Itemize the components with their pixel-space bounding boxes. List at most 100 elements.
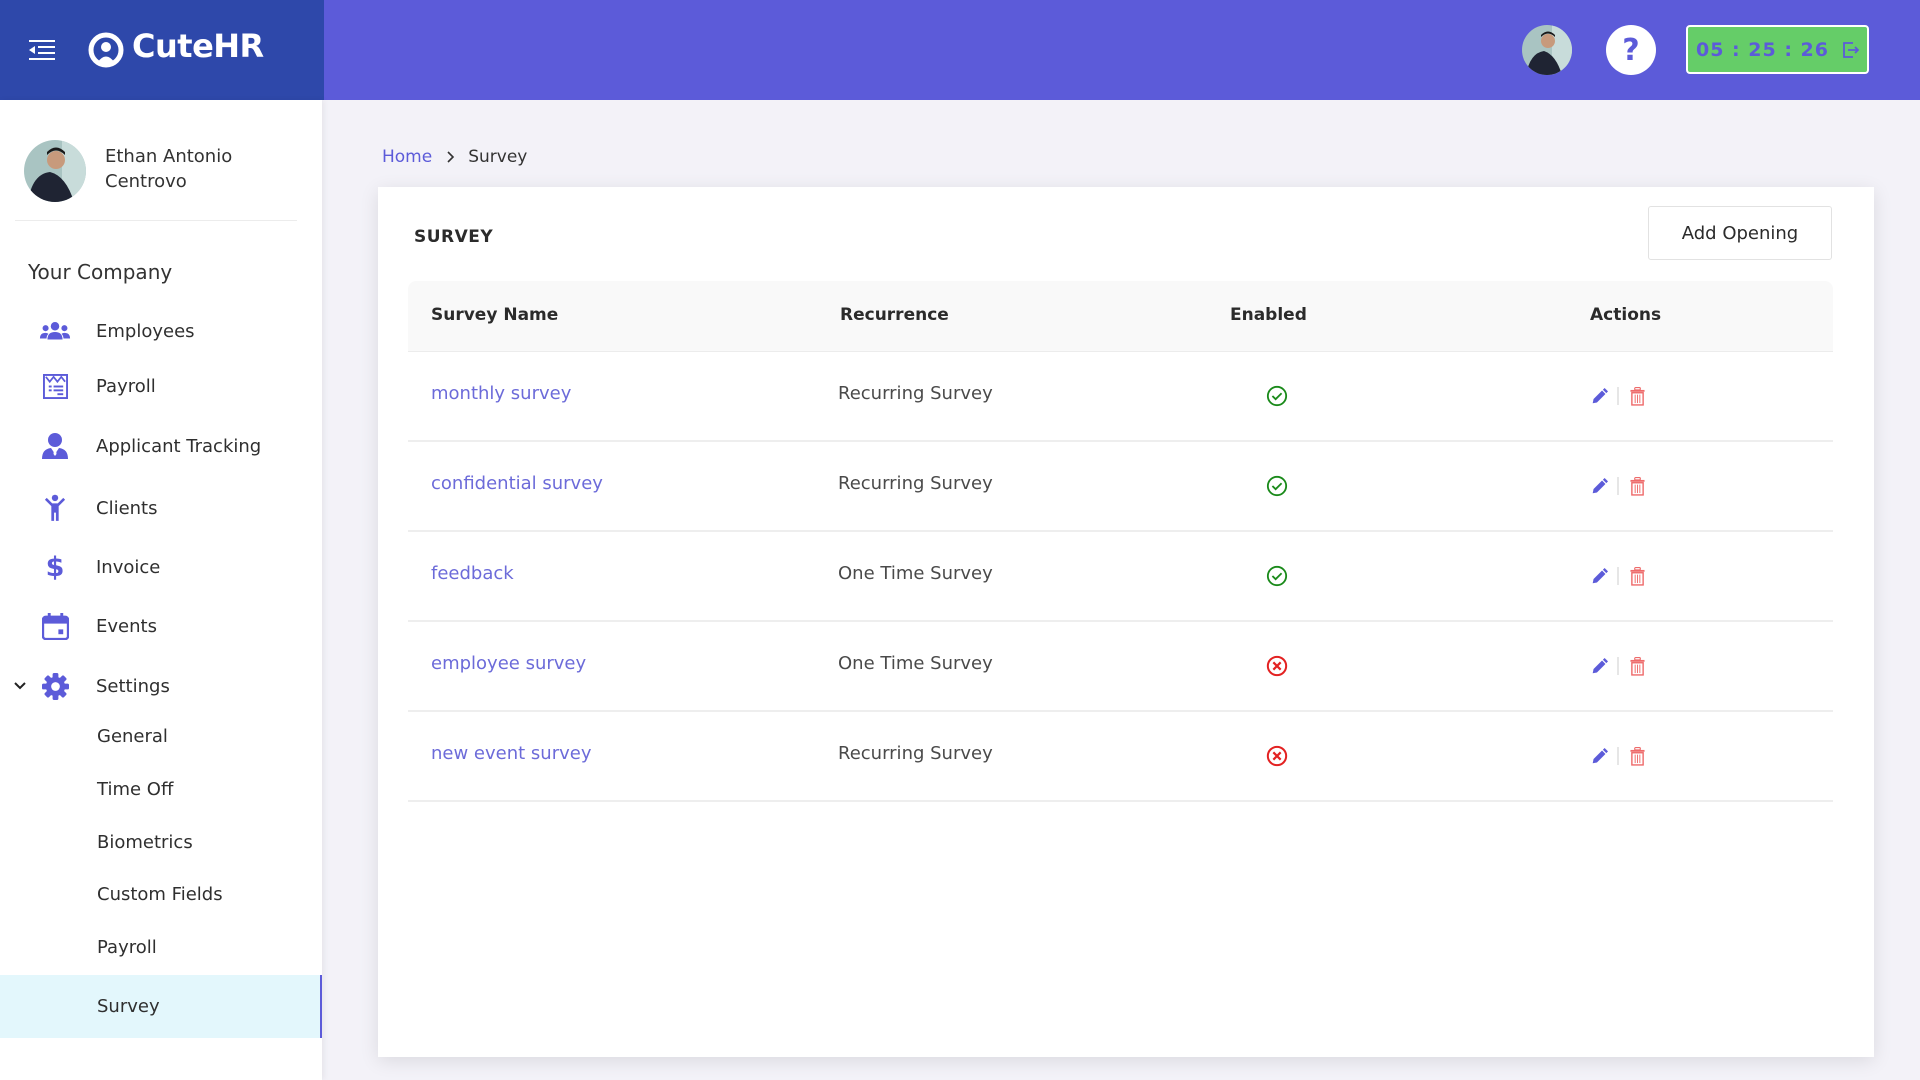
person-tie-icon xyxy=(38,431,72,461)
sidebar-subitem-biometrics[interactable]: Biometrics xyxy=(0,816,322,868)
action-divider xyxy=(1617,747,1619,765)
sidebar-subitem-survey[interactable]: Survey xyxy=(0,975,322,1038)
header-avatar[interactable] xyxy=(1522,25,1572,75)
logout-icon xyxy=(1843,41,1859,58)
sidebar-item-label: Invoice xyxy=(96,556,161,578)
calendar-icon xyxy=(38,611,72,641)
app-logo-text: CuteHR xyxy=(132,27,264,65)
survey-name-link[interactable]: monthly survey xyxy=(431,383,571,404)
table-row: monthly survey Recurring Survey xyxy=(408,352,1833,442)
enabled-check-icon xyxy=(1266,475,1290,499)
sidebar-item-events[interactable]: Events xyxy=(0,601,322,651)
disabled-x-icon xyxy=(1266,745,1290,769)
sidebar-item-invoice[interactable]: $ Invoice xyxy=(0,542,322,592)
action-divider xyxy=(1617,657,1619,675)
action-divider xyxy=(1617,477,1619,495)
sidebar-subitem-label: Custom Fields xyxy=(97,883,223,905)
survey-name-link[interactable]: employee survey xyxy=(431,653,586,674)
disabled-x-icon xyxy=(1266,655,1290,679)
action-divider xyxy=(1617,567,1619,585)
edit-pencil-icon[interactable] xyxy=(1589,386,1609,406)
add-opening-button[interactable]: Add Opening xyxy=(1648,206,1832,260)
row-actions xyxy=(1589,386,1647,406)
enabled-check-icon xyxy=(1266,385,1290,409)
timer-value: 05 : 25 : 26 xyxy=(1696,38,1829,61)
sidebar-divider xyxy=(15,220,297,221)
table-row: new event survey Recurring Survey xyxy=(408,712,1833,802)
delete-trash-icon[interactable] xyxy=(1627,386,1647,406)
row-actions xyxy=(1589,476,1647,496)
sidebar-subitem-label: Biometrics xyxy=(97,831,193,853)
column-header-enabled[interactable]: Enabled xyxy=(1230,305,1307,325)
person-arms-up-icon xyxy=(38,493,72,523)
sidebar-item-employees[interactable]: Employees xyxy=(0,306,322,356)
action-divider xyxy=(1617,387,1619,405)
edit-pencil-icon[interactable] xyxy=(1589,746,1609,766)
survey-name-link[interactable]: new event survey xyxy=(431,743,591,764)
sidebar-item-label: Payroll xyxy=(96,375,156,397)
gear-icon xyxy=(38,671,72,701)
table-row: employee survey One Time Survey xyxy=(408,622,1833,712)
sidebar-subitem-label: Payroll xyxy=(97,936,157,958)
survey-card: SURVEY Add Opening Survey Name Recurrenc… xyxy=(378,187,1874,1057)
edit-pencil-icon[interactable] xyxy=(1589,656,1609,676)
table-header: Survey Name Recurrence Enabled Actions xyxy=(408,281,1833,352)
help-button[interactable]: ? xyxy=(1606,25,1656,75)
sidebar-item-label: Events xyxy=(96,615,157,637)
breadcrumb-current: Survey xyxy=(468,147,528,167)
users-icon xyxy=(38,316,72,346)
table-body: monthly survey Recurring Survey confiden… xyxy=(408,352,1833,802)
table-row: confidential survey Recurring Survey xyxy=(408,442,1833,532)
chevron-right-icon xyxy=(447,151,455,163)
row-actions xyxy=(1589,566,1647,586)
recurrence-text: Recurring Survey xyxy=(838,743,993,764)
row-actions xyxy=(1589,656,1647,676)
menu-toggle-icon[interactable] xyxy=(29,39,55,61)
question-icon: ? xyxy=(1622,32,1640,68)
enabled-check-icon xyxy=(1266,565,1290,589)
table-row: feedback One Time Survey xyxy=(408,532,1833,622)
sidebar-item-settings[interactable]: Settings xyxy=(0,661,322,711)
survey-name-link[interactable]: confidential survey xyxy=(431,473,603,494)
sidebar-subitem-label: General xyxy=(97,725,168,747)
sidebar-item-applicant-tracking[interactable]: Applicant Tracking xyxy=(0,421,322,471)
recurrence-text: One Time Survey xyxy=(838,653,993,674)
sidebar-subitem-custom-fields[interactable]: Custom Fields xyxy=(0,868,322,920)
page-title: SURVEY xyxy=(414,227,494,247)
recurrence-text: One Time Survey xyxy=(838,563,993,584)
sidebar: Ethan Antonio Centrovo Your Company Empl… xyxy=(0,100,322,1080)
recurrence-text: Recurring Survey xyxy=(838,473,993,494)
breadcrumb: Home Survey xyxy=(382,147,527,167)
column-header-recurrence[interactable]: Recurrence xyxy=(840,305,949,325)
survey-name-link[interactable]: feedback xyxy=(431,563,514,584)
sidebar-subitem-time-off[interactable]: Time Off xyxy=(0,763,322,815)
brand-area: CuteHR xyxy=(0,0,324,100)
delete-trash-icon[interactable] xyxy=(1627,476,1647,496)
chevron-down-icon[interactable] xyxy=(12,678,28,694)
section-label-your-company: Your Company xyxy=(28,260,173,284)
sidebar-subitem-label: Survey xyxy=(97,996,160,1017)
sidebar-item-clients[interactable]: Clients xyxy=(0,483,322,533)
sidebar-item-label: Settings xyxy=(96,675,170,697)
user-avatar[interactable] xyxy=(24,140,86,202)
sidebar-subitem-payroll[interactable]: Payroll xyxy=(0,921,322,973)
column-header-survey-name[interactable]: Survey Name xyxy=(431,305,558,325)
clock-timer-button[interactable]: 05 : 25 : 26 xyxy=(1686,25,1869,74)
delete-trash-icon[interactable] xyxy=(1627,656,1647,676)
user-name: Ethan Antonio Centrovo xyxy=(105,146,233,192)
receipt-icon xyxy=(38,371,72,401)
sidebar-item-label: Clients xyxy=(96,497,158,519)
top-header: CuteHR ? 05 : 25 : 26 xyxy=(0,0,1920,100)
delete-trash-icon[interactable] xyxy=(1627,566,1647,586)
edit-pencil-icon[interactable] xyxy=(1589,476,1609,496)
sidebar-item-label: Employees xyxy=(96,320,195,342)
recurrence-text: Recurring Survey xyxy=(838,383,993,404)
sidebar-subitem-general[interactable]: General xyxy=(0,710,322,762)
dollar-icon: $ xyxy=(45,551,65,583)
delete-trash-icon[interactable] xyxy=(1627,746,1647,766)
sidebar-item-label: Applicant Tracking xyxy=(96,435,262,457)
row-actions xyxy=(1589,746,1647,766)
edit-pencil-icon[interactable] xyxy=(1589,566,1609,586)
sidebar-item-payroll[interactable]: Payroll xyxy=(0,361,322,411)
breadcrumb-home-link[interactable]: Home xyxy=(382,147,432,167)
